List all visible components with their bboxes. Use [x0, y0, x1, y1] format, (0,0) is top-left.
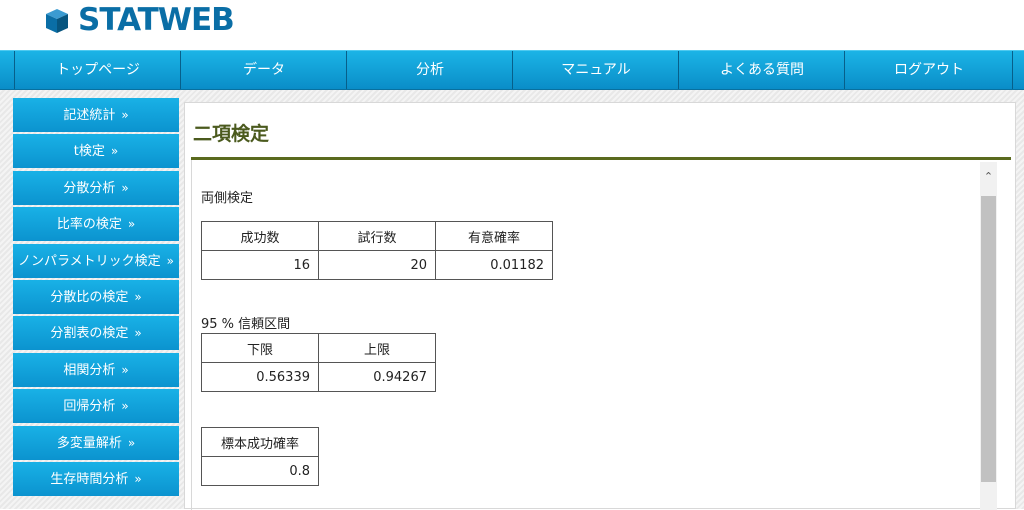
table-row: 16 20 0.01182 — [201, 250, 553, 280]
table-header-row: 成功数 試行数 有意確率 — [201, 221, 553, 251]
double-arrow-icon: » — [134, 289, 142, 304]
table-cell: 0.8 — [201, 456, 319, 486]
double-arrow-icon: » — [134, 326, 142, 341]
nav-item-logout[interactable]: ログアウト — [844, 51, 1013, 89]
test-type-label: 両側検定 — [201, 191, 254, 206]
sidebar-item-variance-ratio[interactable]: 分散比の検定 » — [13, 279, 179, 314]
sidebar-item-label: ノンパラメトリック検定 — [18, 253, 161, 269]
nav-item-data[interactable]: データ — [180, 51, 347, 89]
double-arrow-icon: » — [166, 253, 174, 268]
cube-logo-icon — [46, 9, 68, 33]
table-header-cell: 下限 — [201, 333, 319, 363]
nav-item-manual[interactable]: マニュアル — [512, 51, 679, 89]
sidebar: 記述統計 » t検定 » 分散分析 » 比率の検定 » ノンパラメトリック検定 » 分散比… — [13, 98, 179, 498]
double-arrow-icon: » — [110, 144, 119, 159]
logo-text: STATWEB — [78, 2, 235, 38]
double-arrow-icon: » — [127, 217, 136, 232]
nav-item-faq[interactable]: よくある質問 — [678, 51, 845, 89]
table-cell: 0.94267 — [318, 362, 436, 392]
sidebar-item-anova[interactable]: 分散分析 » — [13, 170, 179, 205]
double-arrow-icon: » — [121, 362, 129, 377]
main-panel: 二項検定 ⌃ 両側検定 成功数 試行数 有意確率 16 20 0.01182 9… — [184, 102, 1016, 510]
logo[interactable]: STATWEB — [42, 0, 235, 40]
table-header-cell: 成功数 — [201, 221, 319, 251]
table-header-cell: 上限 — [318, 333, 436, 363]
sidebar-item-label: 相関分析 — [63, 362, 116, 378]
double-arrow-icon: » — [121, 108, 129, 122]
sidebar-item-label: 分割表の検定 — [50, 326, 129, 342]
table-row: 0.8 — [201, 456, 319, 486]
sidebar-item-label: 多変量解析 — [56, 435, 122, 451]
scrollbar[interactable]: ⌃ — [980, 162, 997, 510]
table-cell: 16 — [201, 250, 319, 280]
double-arrow-icon: » — [121, 180, 129, 195]
double-arrow-icon: » — [127, 435, 136, 450]
result-content: 両側検定 成功数 試行数 有意確率 16 20 0.01182 95 % 信頼区… — [201, 187, 553, 486]
sidebar-item-label: 比率の検定 — [56, 217, 122, 233]
table-cell: 0.56339 — [201, 362, 319, 392]
sidebar-item-label: 分散比の検定 — [50, 289, 129, 305]
double-arrow-icon: » — [134, 471, 142, 486]
double-arrow-icon: » — [121, 399, 129, 414]
sidebar-item-regression[interactable]: 回帰分析 » — [13, 389, 179, 424]
sidebar-item-multivariate[interactable]: 多変量解析 » — [13, 425, 179, 460]
ci-label: 95 % 信頼区間 — [201, 317, 291, 332]
sample-prob-table: 標本成功確率 0.8 — [201, 427, 319, 486]
sidebar-item-label: 分散分析 — [63, 180, 116, 196]
table-header-row: 標本成功確率 — [201, 427, 319, 457]
sidebar-item-label: 生存時間分析 — [50, 471, 129, 487]
table-cell: 20 — [318, 250, 436, 280]
sidebar-item-ttest[interactable]: t検定 » — [13, 134, 179, 169]
table-header-row: 下限 上限 — [201, 333, 436, 363]
sidebar-item-label: 回帰分析 — [63, 399, 116, 415]
result-table: 成功数 試行数 有意確率 16 20 0.01182 — [201, 221, 553, 280]
sidebar-item-descriptive[interactable]: 記述統計 » — [13, 98, 179, 132]
ci-table: 下限 上限 0.56339 0.94267 — [201, 333, 436, 392]
scroll-up-icon[interactable]: ⌃ — [980, 170, 997, 184]
top-nav: トップページ データ 分析 マニュアル よくある質問 ログアウト — [0, 50, 1024, 90]
page-title: 二項検定 — [193, 123, 270, 145]
sidebar-item-survival[interactable]: 生存時間分析 » — [13, 461, 179, 496]
sidebar-item-proportion[interactable]: 比率の検定 » — [13, 207, 179, 242]
table-row: 0.56339 0.94267 — [201, 362, 436, 392]
sidebar-item-contingency[interactable]: 分割表の検定 » — [13, 316, 179, 351]
table-header-cell: 試行数 — [318, 221, 436, 251]
nav-item-top[interactable]: トップページ — [14, 51, 181, 89]
table-header-cell: 標本成功確率 — [201, 427, 319, 457]
scroll-thumb[interactable] — [981, 196, 996, 482]
sidebar-item-label: t検定 — [73, 144, 105, 160]
table-cell: 0.01182 — [435, 250, 553, 280]
sidebar-item-nonparametric[interactable]: ノンパラメトリック検定 » — [13, 243, 179, 278]
nav-item-analysis[interactable]: 分析 — [346, 51, 513, 89]
header: STATWEB — [0, 0, 1024, 50]
sidebar-item-label: 記述統計 — [63, 108, 116, 123]
table-header-cell: 有意確率 — [435, 221, 553, 251]
sidebar-item-correlation[interactable]: 相関分析 » — [13, 352, 179, 387]
nav-divider — [1012, 51, 1013, 89]
